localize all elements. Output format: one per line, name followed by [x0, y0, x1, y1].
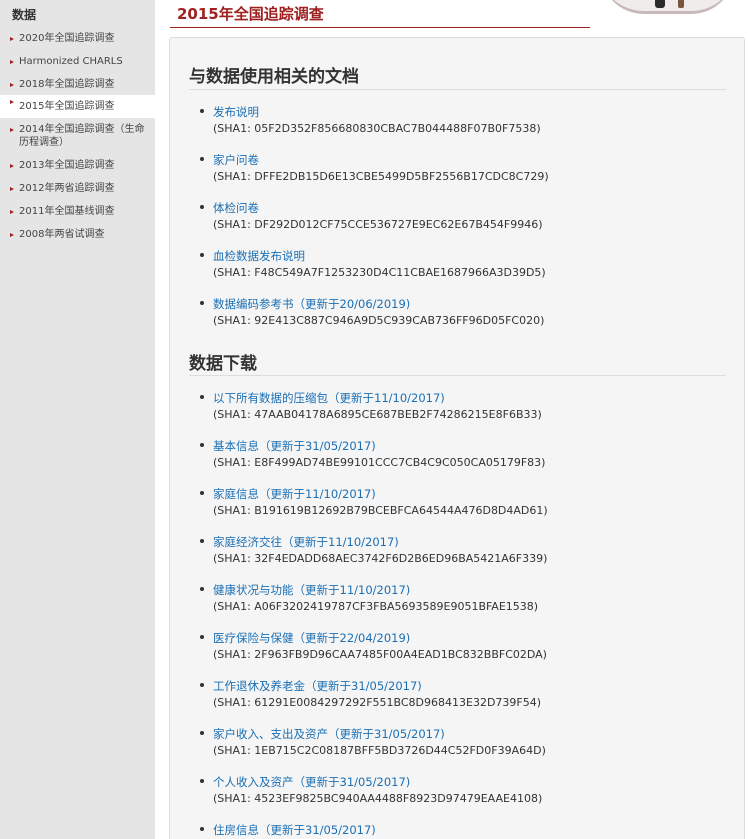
- sidebar-item-2020[interactable]: 2020年全国追踪调查: [0, 32, 155, 45]
- bullet: [200, 779, 204, 783]
- sidebar-item-label: 2015年全国追踪调查: [19, 101, 115, 112]
- doc-link-release-notes[interactable]: 发布说明: [213, 104, 259, 120]
- sidebar-title: 数据: [12, 8, 37, 22]
- sidebar-item-2011[interactable]: 2011年全国基线调查: [0, 205, 155, 218]
- sidebar: 数据 2020年全国追踪调查 Harmonized CHARLS 2018年全国…: [0, 0, 155, 839]
- sidebar-item-2018[interactable]: 2018年全国追踪调查: [0, 78, 155, 91]
- sha1-hash: (SHA1: 1EB715C2C08187BFF5BD3726D44C52FD0…: [213, 744, 546, 757]
- download-link-health-status[interactable]: 健康状况与功能（更新于11/10/2017): [213, 582, 410, 598]
- sidebar-item-2015[interactable]: 2015年全国追踪调查: [0, 95, 155, 118]
- bullet: [200, 301, 204, 305]
- sha1-hash: (SHA1: 47AAB04178A6895CE687BEB2F74286215…: [213, 408, 542, 421]
- sidebar-item-harmonized-charls[interactable]: Harmonized CHARLS: [0, 55, 155, 68]
- download-link-health-care-insurance[interactable]: 医疗保险与保健（更新于22/04/2019): [213, 630, 410, 646]
- docs-heading: 与数据使用相关的文档: [189, 67, 359, 87]
- download-link-family-transfer[interactable]: 家庭经济交往（更新于11/10/2017): [213, 534, 399, 550]
- download-link-all-zip[interactable]: 以下所有数据的压缩包（更新于11/10/2017): [213, 390, 445, 406]
- downloads-heading: 数据下载: [189, 354, 257, 374]
- title-divider: [170, 27, 590, 28]
- bullet: [200, 491, 204, 495]
- download-link-work-retirement[interactable]: 工作退休及养老金（更新于31/05/2017): [213, 678, 422, 694]
- bullet: [200, 395, 204, 399]
- sha1-hash: (SHA1: 61291E0084297292F551BC8D968413E32…: [213, 696, 542, 709]
- sidebar-item-2013[interactable]: 2013年全国追踪调查: [0, 159, 155, 172]
- sha1-hash: (SHA1: 4523EF9825BC940AA4488F8923D97479E…: [213, 792, 543, 805]
- sha1-hash: (SHA1: 2F963FB9D96CAA7485F00A4EAD1BC832B…: [213, 648, 547, 661]
- banner-figure: [655, 0, 665, 8]
- doc-link-codebook[interactable]: 数据编码参考书（更新于20/06/2019): [213, 296, 410, 312]
- bullet: [200, 253, 204, 257]
- sha1-hash: (SHA1: 05F2D352F856680830CBAC7B044488F07…: [213, 122, 541, 135]
- page-title: 2015年全国追踪调查: [177, 5, 324, 23]
- header-banner-image: [600, 0, 735, 14]
- sha1-hash: (SHA1: E8F499AD74BE99101CCC7CB4C9C050CA0…: [213, 456, 546, 469]
- docs-heading-divider: [189, 89, 726, 90]
- bullet: [200, 109, 204, 113]
- sidebar-item-2008[interactable]: 2008年两省试调查: [0, 228, 155, 241]
- bullet: [200, 157, 204, 161]
- bullet: [200, 539, 204, 543]
- doc-link-blood-data-notes[interactable]: 血检数据发布说明: [213, 248, 305, 264]
- sha1-hash: (SHA1: B191619B12692B79BCEBFCA64544A476D…: [213, 504, 548, 517]
- download-link-housing[interactable]: 住房信息（更新于31/05/2017): [213, 822, 376, 838]
- sha1-hash: (SHA1: DFFE2DB15D6E13CBE5499D5BF2556B17C…: [213, 170, 549, 183]
- doc-link-physical-exam-questionnaire[interactable]: 体检问卷: [213, 200, 259, 216]
- sidebar-item-2014[interactable]: 2014年全国追踪调查（生命历程调查）: [0, 123, 155, 149]
- download-link-household-income[interactable]: 家户收入、支出及资产（更新于31/05/2017): [213, 726, 445, 742]
- download-link-individual-income[interactable]: 个人收入及资产（更新于31/05/2017): [213, 774, 410, 790]
- sha1-hash: (SHA1: DF292D012CF75CCE536727E9EC62E67B4…: [213, 218, 543, 231]
- sha1-hash: (SHA1: 92E413C887C946A9D5C939CAB736FF96D…: [213, 314, 545, 327]
- bullet: [200, 443, 204, 447]
- bullet: [200, 587, 204, 591]
- sidebar-item-2012[interactable]: 2012年两省追踪调查: [0, 182, 155, 195]
- banner-figure: [678, 0, 684, 8]
- download-link-family-info[interactable]: 家庭信息（更新于11/10/2017): [213, 486, 376, 502]
- download-link-demographics[interactable]: 基本信息（更新于31/05/2017): [213, 438, 376, 454]
- sha1-hash: (SHA1: F48C549A7F1253230D4C11CBAE1687966…: [213, 266, 546, 279]
- bullet: [200, 731, 204, 735]
- downloads-heading-divider: [189, 375, 726, 376]
- bullet: [200, 205, 204, 209]
- bullet: [200, 683, 204, 687]
- doc-link-household-questionnaire[interactable]: 家户问卷: [213, 152, 259, 168]
- sha1-hash: (SHA1: A06F3202419787CF3FBA5693589E9051B…: [213, 600, 539, 613]
- bullet: [200, 827, 204, 831]
- sha1-hash: (SHA1: 32F4EDADD68AEC3742F6D2B6ED96BA542…: [213, 552, 548, 565]
- bullet: [200, 635, 204, 639]
